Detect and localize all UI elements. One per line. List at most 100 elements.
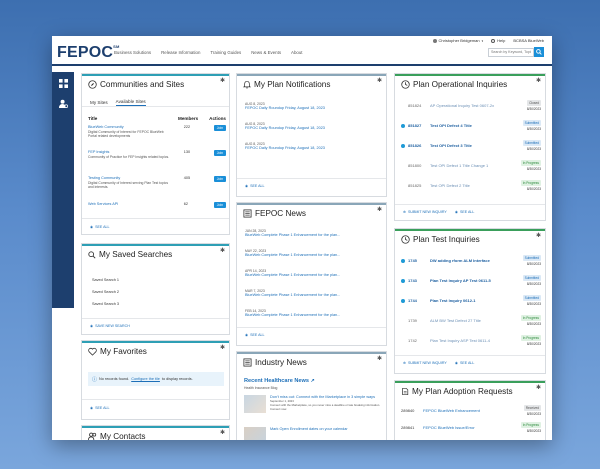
inquiry-date: 8/30/2023 xyxy=(526,147,541,151)
heart-icon xyxy=(88,347,97,356)
inquiry-id: 851827 xyxy=(408,123,422,128)
unread-dot xyxy=(401,298,408,303)
inquiry-link[interactable]: Test OPI Defect 1 Title Change 1 xyxy=(430,163,515,168)
gear-icon[interactable]: ✱ xyxy=(377,355,382,362)
see-all-link[interactable]: ◉ SEE ALL xyxy=(90,225,110,229)
see-all-link[interactable]: ◉ SEE ALL xyxy=(455,210,475,214)
list-item: 1745 DW adding rform ALM Interface Submitt… xyxy=(401,255,541,266)
notification-link[interactable]: FEPOC Daily Roundup Friday, August 18, 2… xyxy=(245,106,325,110)
inquiry-link[interactable]: Plan Test Inquiry ASP Test 0611-4 xyxy=(430,338,515,343)
status-badge: Closed xyxy=(527,100,541,106)
inquiry-link[interactable]: ALM BW Test Defect 27 Title xyxy=(430,318,515,323)
saved-search-item[interactable]: Saved Search 3 xyxy=(92,302,119,306)
list-item: 289840 FEPOC BlueWeb Enhancement Received 8… xyxy=(401,405,541,416)
nav-business-solutions[interactable]: Business Solutions xyxy=(114,50,151,55)
unread-dot xyxy=(401,258,408,263)
list-item: 1742 Plan Test Inquiry ASP Test 0611-4 In … xyxy=(401,335,541,346)
list-item: 851800 Test OPI Defect 1 Title Change 1 In… xyxy=(401,160,541,171)
join-button[interactable]: Join xyxy=(213,150,226,156)
news-link[interactable]: BlueWeb Complete Phase 1 Enhancement for… xyxy=(245,233,340,237)
tab-available-sites[interactable]: Available Sites xyxy=(115,99,146,106)
see-all-link[interactable]: ◉ SEE ALL xyxy=(90,406,110,410)
user-name: Christopher Bridgeman xyxy=(438,38,480,43)
contacts-icon xyxy=(88,432,97,440)
user-settings-icon[interactable] xyxy=(58,98,68,108)
fepoc-logo[interactable]: FEPOCSM xyxy=(57,44,120,62)
join-button[interactable]: Join xyxy=(213,202,226,208)
join-button[interactable]: Join xyxy=(213,176,226,182)
search-button[interactable] xyxy=(534,47,544,57)
see-all-link[interactable]: ◉ SEE ALL xyxy=(455,361,475,365)
gear-icon[interactable]: ✱ xyxy=(220,247,225,254)
industry-source-link[interactable]: Recent Healthcare News ↗ xyxy=(244,378,315,384)
inquiry-id: 1743 xyxy=(408,278,417,283)
saved-search-item[interactable]: Saved Search 1 xyxy=(92,278,119,282)
news-link[interactable]: BlueWeb Complete Phase 1 Enhancement for… xyxy=(245,253,340,257)
status-badge: Received xyxy=(523,405,541,411)
tab-my-sites[interactable]: My Sites xyxy=(90,100,108,105)
news-link[interactable]: BlueWeb Complete Phase 1 Enhancement for… xyxy=(245,313,340,317)
gear-icon[interactable]: ✱ xyxy=(377,206,382,213)
list-item: 851824 AP Operational Inquiry Test 0607-2… xyxy=(401,100,541,111)
gear-icon[interactable]: ✱ xyxy=(220,77,225,84)
inquiry-link[interactable]: FEPOC BlueWeb Enhancement xyxy=(423,408,515,413)
submit-inquiry-link[interactable]: ⊕ SUBMIT NEW INQUIRY xyxy=(403,361,447,365)
inquiry-date: 8/30/2023 xyxy=(526,107,541,111)
inquiry-link[interactable]: FEPOC BlueWeb Issue/Error xyxy=(423,425,515,430)
nav-training-guides[interactable]: Training Guides xyxy=(210,50,241,55)
main-nav: Business Solutions Release Information T… xyxy=(114,50,303,55)
eye-icon: ◉ xyxy=(90,225,94,229)
see-all-link[interactable]: ◉ SEE ALL xyxy=(245,333,265,337)
inquiry-link[interactable]: DW adding rform ALM Interface xyxy=(430,258,515,263)
configure-tile-link[interactable]: Configure the tile xyxy=(131,377,160,381)
nav-release-information[interactable]: Release Information xyxy=(161,50,200,55)
gear-icon[interactable]: ✱ xyxy=(220,429,225,436)
community-link[interactable]: Testing Community xyxy=(88,176,184,180)
inquiry-id: 289841 xyxy=(401,425,415,430)
community-link[interactable]: Web Services API xyxy=(88,202,184,206)
external-link-icon: ↗ xyxy=(310,378,315,384)
inquiry-link[interactable]: Plan Test Inquiry AP Test 0611-5 xyxy=(430,278,515,283)
newspaper-icon xyxy=(243,358,252,367)
inquiry-date: 8/30/2023 xyxy=(526,322,541,326)
save-new-search-link[interactable]: ◉ SAVE NEW SEARCH xyxy=(90,324,130,328)
list-item: 851827 Test OPI Defect 4 Title Submitted 8/… xyxy=(401,120,541,131)
adoption-requests-panel: My Plan Adoption Requests ✱ 289840 FEPOC … xyxy=(394,380,546,440)
plus-icon: ⊕ xyxy=(403,361,407,365)
inquiry-id: 289840 xyxy=(401,408,415,413)
inquiry-link[interactable]: Plan Test Inquiry 0612-1 xyxy=(430,298,515,303)
see-all-link[interactable]: ◉ SEE ALL xyxy=(245,184,265,188)
eye-icon: ◉ xyxy=(454,361,458,365)
gear-icon[interactable]: ✱ xyxy=(536,77,541,84)
saved-search-item[interactable]: Saved Search 2 xyxy=(92,290,119,294)
inquiry-date: 8/30/2023 xyxy=(526,429,541,433)
gear-icon[interactable]: ✱ xyxy=(536,232,541,239)
dashboard-icon[interactable] xyxy=(58,78,68,88)
inquiry-link[interactable]: Test OPI Defect 2 Title xyxy=(430,183,515,188)
gear-icon[interactable]: ✱ xyxy=(220,344,225,351)
gear-icon[interactable]: ✱ xyxy=(377,77,382,84)
notification-link[interactable]: FEPOC Daily Roundup Friday, August 18, 2… xyxy=(245,146,325,150)
inquiry-link[interactable]: AP Operational Inquiry Test 0607-2x xyxy=(430,103,515,108)
list-item: 851825 Test OPI Defect 2 Title In Progress… xyxy=(401,180,541,191)
user-menu[interactable]: Christopher Bridgeman ▾ xyxy=(432,38,483,43)
help-link[interactable]: Help xyxy=(491,38,505,43)
inquiry-link[interactable]: Test OPI Defect 4 Title xyxy=(430,123,515,128)
status-badge: Submitted xyxy=(522,140,541,146)
gear-icon[interactable]: ✱ xyxy=(536,384,541,391)
nav-about[interactable]: About xyxy=(291,50,302,55)
status-badge: In Progress xyxy=(520,335,541,341)
help-icon xyxy=(491,38,496,43)
nav-news-events[interactable]: News & Events xyxy=(251,50,281,55)
news-link[interactable]: BlueWeb Complete Phase 1 Enhancement for… xyxy=(245,293,340,297)
submit-inquiry-link[interactable]: ⊕ SUBMIT NEW INQUIRY xyxy=(403,210,447,214)
inquiry-link[interactable]: Test OPI Defect 3 Title xyxy=(430,143,515,148)
notification-link[interactable]: FEPOC Daily Roundup Friday, August 18, 2… xyxy=(245,126,325,130)
community-link[interactable]: FEP Insights xyxy=(88,150,184,154)
community-link[interactable]: BlueWeb Community xyxy=(88,125,184,129)
list-item: 1744 Plan Test Inquiry 0612-1 Submitted 8/3… xyxy=(401,295,541,306)
search-input[interactable] xyxy=(488,47,534,57)
news-link[interactable]: BlueWeb Complete Phase 1 Enhancement for… xyxy=(245,273,340,277)
join-button[interactable]: Join xyxy=(213,125,226,131)
article-link[interactable]: Mark Open Enrollment dates on your calen… xyxy=(270,427,348,440)
